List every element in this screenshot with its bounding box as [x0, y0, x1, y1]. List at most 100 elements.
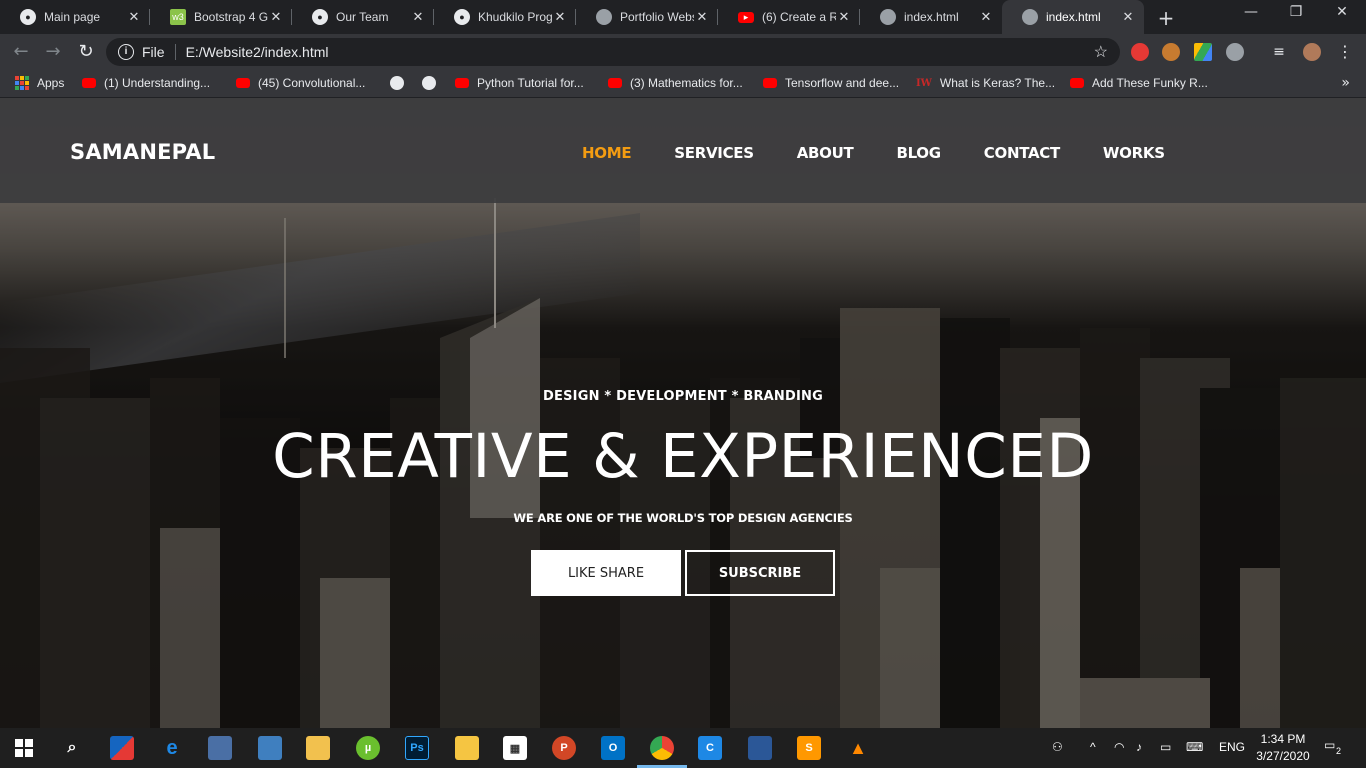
kebab-menu-icon[interactable]: ⋮	[1334, 41, 1356, 63]
bookmark-item[interactable]: (1) Understanding...	[82, 76, 210, 90]
tab-close-icon[interactable]: ✕	[552, 9, 568, 25]
nav-link-blog[interactable]: BLOG	[896, 144, 941, 162]
notification-center-icon[interactable]: ▭	[1324, 738, 1335, 752]
tab-close-icon[interactable]: ✕	[410, 9, 426, 25]
minimize-icon[interactable]: —	[1229, 4, 1273, 20]
scheme-label: File	[142, 44, 165, 60]
globe-icon	[1022, 9, 1038, 25]
language-indicator[interactable]: ENG	[1219, 740, 1245, 754]
browser-tab[interactable]: ● Khudkilo Prog ✕	[434, 0, 576, 34]
new-tab-icon[interactable]: +	[1156, 6, 1176, 30]
hero-tagline: DESIGN * DEVELOPMENT * BRANDING	[543, 389, 823, 404]
like-share-button[interactable]: LIKE SHARE	[531, 550, 681, 596]
windows-start-icon[interactable]	[12, 736, 36, 760]
system-clock[interactable]: 1:34 PM 3/27/2020	[1256, 731, 1310, 765]
bookmark-item[interactable]: (45) Convolutional...	[236, 76, 365, 90]
edge-icon[interactable]: e	[160, 736, 184, 760]
chevron-right-icon[interactable]: »	[1341, 75, 1350, 91]
bookmark-item[interactable]	[422, 76, 436, 90]
outlook-icon[interactable]: O	[601, 736, 625, 760]
nav-link-services[interactable]: SERVICES	[674, 144, 754, 162]
web-page: SAMANEPAL HOME SERVICES ABOUT BLOG CONTA…	[0, 98, 1366, 728]
site-brand-logo[interactable]: SAMANEPAL	[70, 140, 215, 164]
tab-close-icon[interactable]: ✕	[126, 9, 142, 25]
bookmark-item[interactable]	[390, 76, 404, 90]
google-drive-icon[interactable]	[1194, 43, 1212, 61]
browser-tab[interactable]: index.html ✕	[860, 0, 1002, 34]
close-window-icon[interactable]: ✕	[1320, 4, 1364, 20]
file-icon[interactable]	[455, 736, 479, 760]
people-icon[interactable]: ⚇	[1052, 740, 1063, 754]
computer-icon[interactable]	[208, 736, 232, 760]
globe-icon	[596, 9, 612, 25]
tab-close-icon[interactable]: ✕	[268, 9, 284, 25]
app-icon[interactable]	[110, 736, 134, 760]
tab-title: Our Team	[336, 10, 389, 24]
browser-tab[interactable]: Portfolio Webs ✕	[576, 0, 718, 34]
file-explorer-icon[interactable]	[306, 736, 330, 760]
photoshop-icon[interactable]: Ps	[405, 736, 429, 760]
laptop-icon[interactable]	[258, 736, 282, 760]
nav-link-about[interactable]: ABOUT	[797, 144, 854, 162]
globe-icon: ●	[454, 9, 470, 25]
youtube-icon	[236, 78, 250, 88]
nav-link-home[interactable]: HOME	[582, 144, 632, 162]
tab-close-icon[interactable]: ✕	[836, 9, 852, 25]
youtube-icon	[763, 78, 777, 88]
bookmark-item[interactable]: Python Tutorial for...	[455, 76, 584, 90]
nav-link-contact[interactable]: CONTACT	[984, 144, 1060, 162]
chevron-up-icon[interactable]: ^	[1090, 740, 1096, 754]
extension-icon[interactable]	[1226, 43, 1244, 61]
bookmark-label: What is Keras? The...	[939, 76, 1056, 90]
browser-tab[interactable]: ● Our Team ✕	[292, 0, 434, 34]
info-icon[interactable]: i	[118, 44, 134, 60]
bookmark-label: (1) Understanding...	[104, 76, 211, 90]
sublime-text-icon[interactable]: S	[797, 736, 821, 760]
bookmark-item[interactable]: Tensorflow and dee...	[763, 76, 899, 90]
wifi-icon[interactable]: ◠	[1114, 740, 1124, 754]
browser-tab[interactable]: w3 Bootstrap 4 Ge ✕	[150, 0, 292, 34]
utorrent-icon[interactable]: µ	[356, 736, 380, 760]
subscribe-button[interactable]: SUBSCRIBE	[685, 550, 835, 596]
globe-icon: ●	[20, 9, 36, 25]
bookmark-label: Apps	[37, 76, 65, 90]
star-bookmark-icon[interactable]: ☆	[1094, 42, 1108, 62]
tab-close-icon[interactable]: ✕	[694, 9, 710, 25]
cortana-icon[interactable]: C	[698, 736, 722, 760]
media-control-icon[interactable]: ≡	[1268, 41, 1290, 63]
tab-close-icon[interactable]: ✕	[978, 9, 994, 25]
browser-tab-active[interactable]: index.html ✕	[1002, 0, 1144, 34]
bookmark-item[interactable]: IW What is Keras? The...	[916, 76, 1055, 90]
address-bar[interactable]: i File E:/Website2/index.html ☆	[106, 38, 1120, 66]
keyboard-icon[interactable]: ⌨	[1186, 740, 1203, 754]
search-icon[interactable]: ⌕	[60, 736, 84, 760]
bookmark-item[interactable]: (3) Mathematics for...	[608, 76, 743, 90]
tab-title: Khudkilo Prog	[478, 10, 552, 24]
battery-icon[interactable]: ▭	[1160, 740, 1171, 754]
bookmark-apps[interactable]: Apps	[15, 76, 64, 90]
browser-tab[interactable]: ▸ (6) Create a Re ✕	[718, 0, 860, 34]
bookmark-label: Add These Funky R...	[1092, 76, 1208, 90]
youtube-icon: ▸	[738, 11, 754, 23]
store-icon[interactable]: ▦	[503, 736, 527, 760]
reload-icon[interactable]: ↻	[75, 41, 97, 63]
tab-close-icon[interactable]: ✕	[1120, 9, 1136, 25]
hero-subline: WE ARE ONE OF THE WORLD'S TOP DESIGN AGE…	[513, 511, 853, 525]
cookie-extension-icon[interactable]	[1162, 43, 1180, 61]
powerpoint-icon[interactable]: P	[552, 736, 576, 760]
volume-icon[interactable]: ♪	[1136, 740, 1142, 754]
browser-tab[interactable]: ● Main page ✕	[0, 0, 150, 34]
bookmark-item[interactable]: Add These Funky R...	[1070, 76, 1208, 90]
vlc-icon[interactable]: ▲	[846, 736, 870, 760]
app-icon[interactable]	[748, 736, 772, 760]
restore-icon[interactable]: ❐	[1274, 4, 1318, 20]
chrome-icon[interactable]	[650, 736, 674, 760]
nav-link-works[interactable]: WORKS	[1103, 144, 1165, 162]
globe-icon	[390, 76, 404, 90]
youtube-icon	[455, 78, 469, 88]
url-text[interactable]: E:/Website2/index.html	[186, 44, 329, 60]
forward-arrow-icon[interactable]: →	[42, 41, 64, 63]
adblock-extension-icon[interactable]	[1131, 43, 1149, 61]
back-arrow-icon[interactable]: ←	[10, 41, 32, 63]
avatar[interactable]	[1303, 43, 1321, 61]
